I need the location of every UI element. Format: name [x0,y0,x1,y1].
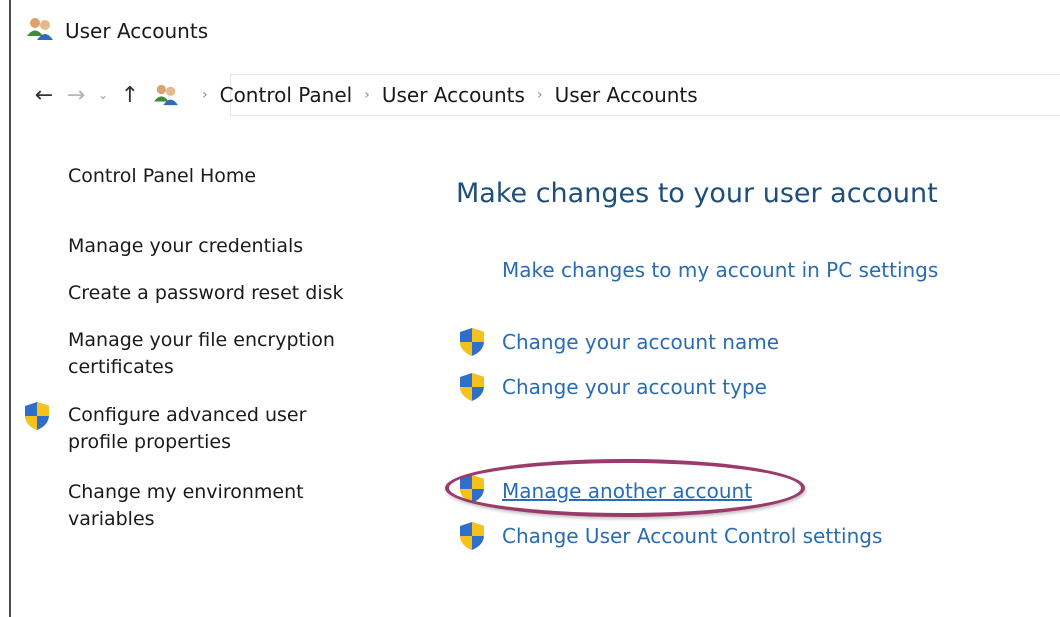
page-title: Make changes to your user account [456,178,938,209]
chevron-right-icon[interactable]: › [202,87,208,103]
chevron-right-icon[interactable]: › [364,87,370,103]
uac-shield-icon [458,327,486,361]
breadcrumb-control-panel[interactable]: Control Panel [220,83,353,107]
sidebar-item-label: Manage your file encryption [68,329,335,351]
uac-shield-icon [458,372,486,406]
users-icon [152,83,180,107]
uac-shield-icon [23,401,51,435]
sidebar-item-control-panel-home[interactable]: Control Panel Home [68,163,256,190]
change-account-type-link[interactable]: Change your account type [502,374,767,400]
manage-another-account-link[interactable]: Manage another account [502,478,752,504]
window-title: User Accounts [65,19,209,43]
recent-locations-chevron-icon[interactable]: ⌄ [92,78,114,112]
sidebar-item-manage-credentials[interactable]: Manage your credentials [68,233,303,260]
sidebar-item-label: Configure advanced user [68,404,307,426]
back-arrow-icon[interactable]: ← [28,78,60,112]
window-left-edge [9,0,11,617]
change-account-name-link[interactable]: Change your account name [502,329,779,355]
sidebar-item-label: profile properties [68,431,232,453]
sidebar-item-file-encryption[interactable]: Manage your file encryption certificates [68,327,335,381]
sidebar-item-label: Change my environment [68,481,304,503]
uac-shield-icon [458,474,486,508]
chevron-right-icon[interactable]: › [537,87,543,103]
navigation-bar: ← → ⌄ ↑ › Control Panel › User Accounts … [28,78,698,112]
users-icon [25,16,55,46]
uac-settings-link[interactable]: Change User Account Control settings [502,523,882,549]
sidebar-item-advanced-profile[interactable]: Configure advanced user profile properti… [68,402,306,456]
uac-shield-icon [458,521,486,555]
breadcrumb: › Control Panel › User Accounts › User A… [152,78,698,112]
sidebar-item-label: certificates [68,356,174,378]
sidebar-item-environment-variables[interactable]: Change my environment variables [68,479,304,533]
breadcrumb-user-accounts-current[interactable]: User Accounts [555,83,698,107]
breadcrumb-user-accounts[interactable]: User Accounts [382,83,525,107]
up-arrow-icon[interactable]: ↑ [114,78,146,112]
pc-settings-link[interactable]: Make changes to my account in PC setting… [502,257,938,283]
title-bar: User Accounts [25,16,208,46]
sidebar-item-password-reset-disk[interactable]: Create a password reset disk [68,280,344,307]
sidebar-item-label: variables [68,508,155,530]
forward-arrow-icon[interactable]: → [60,78,92,112]
